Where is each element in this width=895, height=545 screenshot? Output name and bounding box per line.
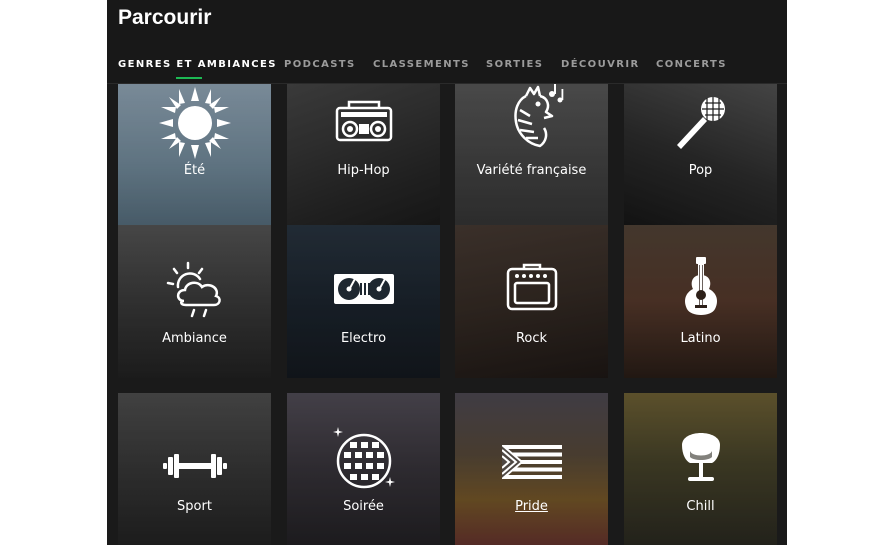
genre-grid: Été Hip-Hop Variété française Pop Ambian… xyxy=(107,82,787,545)
tab-concerts[interactable]: CONCERTS xyxy=(656,59,727,70)
tile-label: Ambiance xyxy=(162,331,227,346)
tile-ambiance[interactable]: Ambiance xyxy=(118,225,271,378)
tile-pride[interactable]: Pride xyxy=(455,393,608,545)
tile-label: Electro xyxy=(340,331,387,346)
tab-classements[interactable]: CLASSEMENTS xyxy=(373,59,470,70)
tile-electro[interactable]: Electro xyxy=(287,225,440,378)
tile-latino[interactable]: Latino xyxy=(624,225,777,378)
tile-label: Été xyxy=(183,163,206,178)
tile-label: Rock xyxy=(515,331,548,346)
tile-sport[interactable]: Sport xyxy=(118,393,271,545)
egg-chair-icon xyxy=(681,433,720,481)
rooster-icon xyxy=(513,82,563,148)
tile-label: Chill xyxy=(686,499,715,514)
guitar-icon xyxy=(684,257,717,315)
tile-label: Pride xyxy=(515,499,548,514)
tab-genres-et-ambiances[interactable]: GENRES ET AMBIANCES xyxy=(118,59,277,70)
tile-variete-francaise[interactable]: Variété française xyxy=(455,82,608,235)
tile-label: Soirée xyxy=(343,499,384,514)
tile-pop[interactable]: Pop xyxy=(624,82,777,235)
tile-ete[interactable]: Été xyxy=(118,82,271,235)
tile-rock[interactable]: Rock xyxy=(455,225,608,378)
tile-label: Variété française xyxy=(476,163,587,178)
disco-ball-icon xyxy=(332,427,395,489)
tile-label: Sport xyxy=(177,499,212,514)
tab-podcasts[interactable]: PODCASTS xyxy=(284,59,356,70)
tile-label: Latino xyxy=(680,331,721,346)
pride-flag-icon xyxy=(501,445,562,479)
tile-soiree[interactable]: Soirée xyxy=(287,393,440,545)
boombox-icon xyxy=(335,100,392,142)
browse-window: Parcourir GENRES ET AMBIANCES PODCASTS C… xyxy=(107,0,787,545)
microphone-icon xyxy=(676,97,725,149)
weather-icon xyxy=(166,261,221,318)
sun-icon xyxy=(158,87,231,159)
tile-label: Pop xyxy=(688,163,713,178)
tile-label: Hip-Hop xyxy=(337,163,390,178)
active-tab-indicator xyxy=(176,77,202,79)
amplifier-icon xyxy=(506,263,557,311)
tile-chill[interactable]: Chill xyxy=(624,393,777,545)
page-title: Parcourir xyxy=(118,6,212,29)
header: Parcourir GENRES ET AMBIANCES PODCASTS C… xyxy=(107,0,787,84)
tab-decouvrir[interactable]: DÉCOUVRIR xyxy=(561,59,640,70)
dumbbell-icon xyxy=(162,454,227,478)
tile-hip-hop[interactable]: Hip-Hop xyxy=(287,82,440,235)
tab-sorties[interactable]: SORTIES xyxy=(486,59,543,70)
turntable-icon xyxy=(333,274,394,304)
